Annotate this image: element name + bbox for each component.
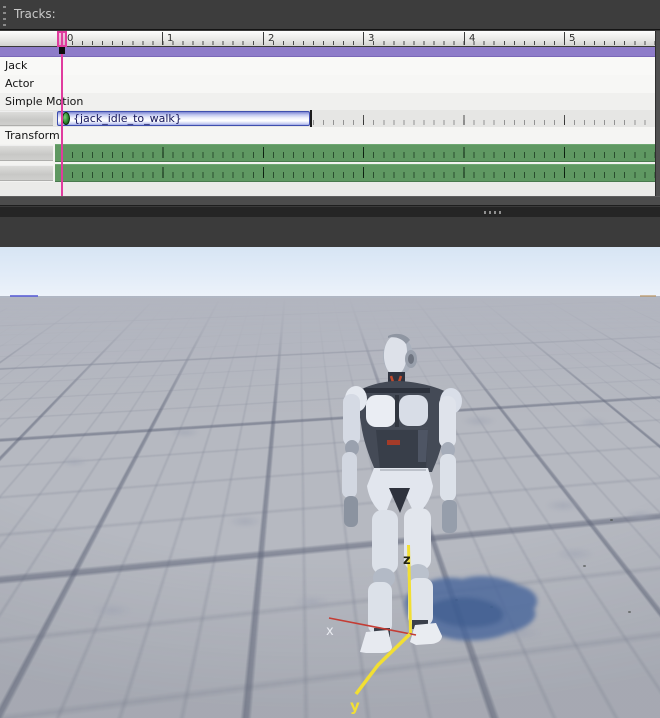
track-label: Jack bbox=[5, 57, 27, 74]
transform-gizmo: z x y bbox=[0, 247, 660, 718]
timeline-ruler[interactable]: 0 1 2 3 4 5 bbox=[0, 31, 655, 47]
keyframe-track-1[interactable] bbox=[55, 144, 655, 162]
panel-title: Tracks: bbox=[14, 7, 56, 21]
gizmo-axis-z-label: z bbox=[403, 553, 411, 568]
track-row-transform[interactable]: Transform bbox=[0, 127, 655, 144]
empty-track-row bbox=[0, 182, 655, 196]
keyframe-track-2[interactable] bbox=[55, 164, 655, 182]
gizmo-axis-x-line[interactable] bbox=[329, 618, 416, 635]
ruler-number: 3 bbox=[363, 32, 374, 45]
clip-track-header-button[interactable] bbox=[0, 111, 53, 126]
playhead-range-nub[interactable] bbox=[59, 47, 65, 54]
track-row-simple-motion[interactable]: Simple Motion bbox=[0, 93, 655, 110]
ruler-number: 5 bbox=[564, 32, 575, 45]
tracks-panel-header[interactable]: Tracks: bbox=[0, 0, 660, 30]
track-label: Simple Motion bbox=[5, 93, 83, 110]
gizmo-axis-x-label: x bbox=[326, 624, 334, 639]
panel-grip-icon[interactable] bbox=[3, 6, 6, 27]
horizontal-scrollbar[interactable] bbox=[0, 196, 660, 206]
keyframe-track-2-header-button[interactable] bbox=[0, 165, 53, 181]
vertical-scrollbar[interactable] bbox=[655, 31, 660, 196]
panel-gap bbox=[0, 217, 660, 247]
animation-clip[interactable]: {jack_idle_to_walk} bbox=[57, 111, 310, 126]
clip-label: {jack_idle_to_walk} bbox=[73, 112, 182, 125]
viewport-3d[interactable]: z x y bbox=[0, 247, 660, 718]
clip-end-marker[interactable] bbox=[310, 110, 312, 127]
ruler-number: 4 bbox=[464, 32, 475, 45]
tracks-panel: Tracks: 0 1 2 3 4 5 Jack Actor Simple Mo… bbox=[0, 0, 660, 247]
easing-ellipse-icon bbox=[62, 112, 70, 125]
playback-range-bar[interactable] bbox=[0, 47, 655, 57]
sequencer-window: Tracks: 0 1 2 3 4 5 Jack Actor Simple Mo… bbox=[0, 0, 660, 718]
track-row-jack[interactable]: Jack bbox=[0, 57, 655, 75]
gizmo-axis-y-label: y bbox=[350, 697, 360, 715]
keyframe-major-ticks bbox=[62, 167, 655, 178]
track-row-actor[interactable]: Actor bbox=[0, 75, 655, 93]
gizmo-axis-y-line[interactable] bbox=[356, 634, 410, 694]
panel-splitter[interactable] bbox=[0, 207, 660, 217]
ruler-number: 2 bbox=[263, 32, 274, 45]
track-label: Transform bbox=[5, 127, 60, 144]
playhead-marker[interactable] bbox=[57, 31, 67, 47]
ruler-number: 1 bbox=[162, 32, 173, 45]
track-label: Actor bbox=[5, 75, 34, 92]
keyframe-track-1-header-button[interactable] bbox=[0, 145, 53, 161]
splitter-grip-icon bbox=[484, 211, 503, 214]
keyframe-major-ticks bbox=[62, 147, 655, 158]
playhead-line[interactable] bbox=[61, 33, 63, 196]
